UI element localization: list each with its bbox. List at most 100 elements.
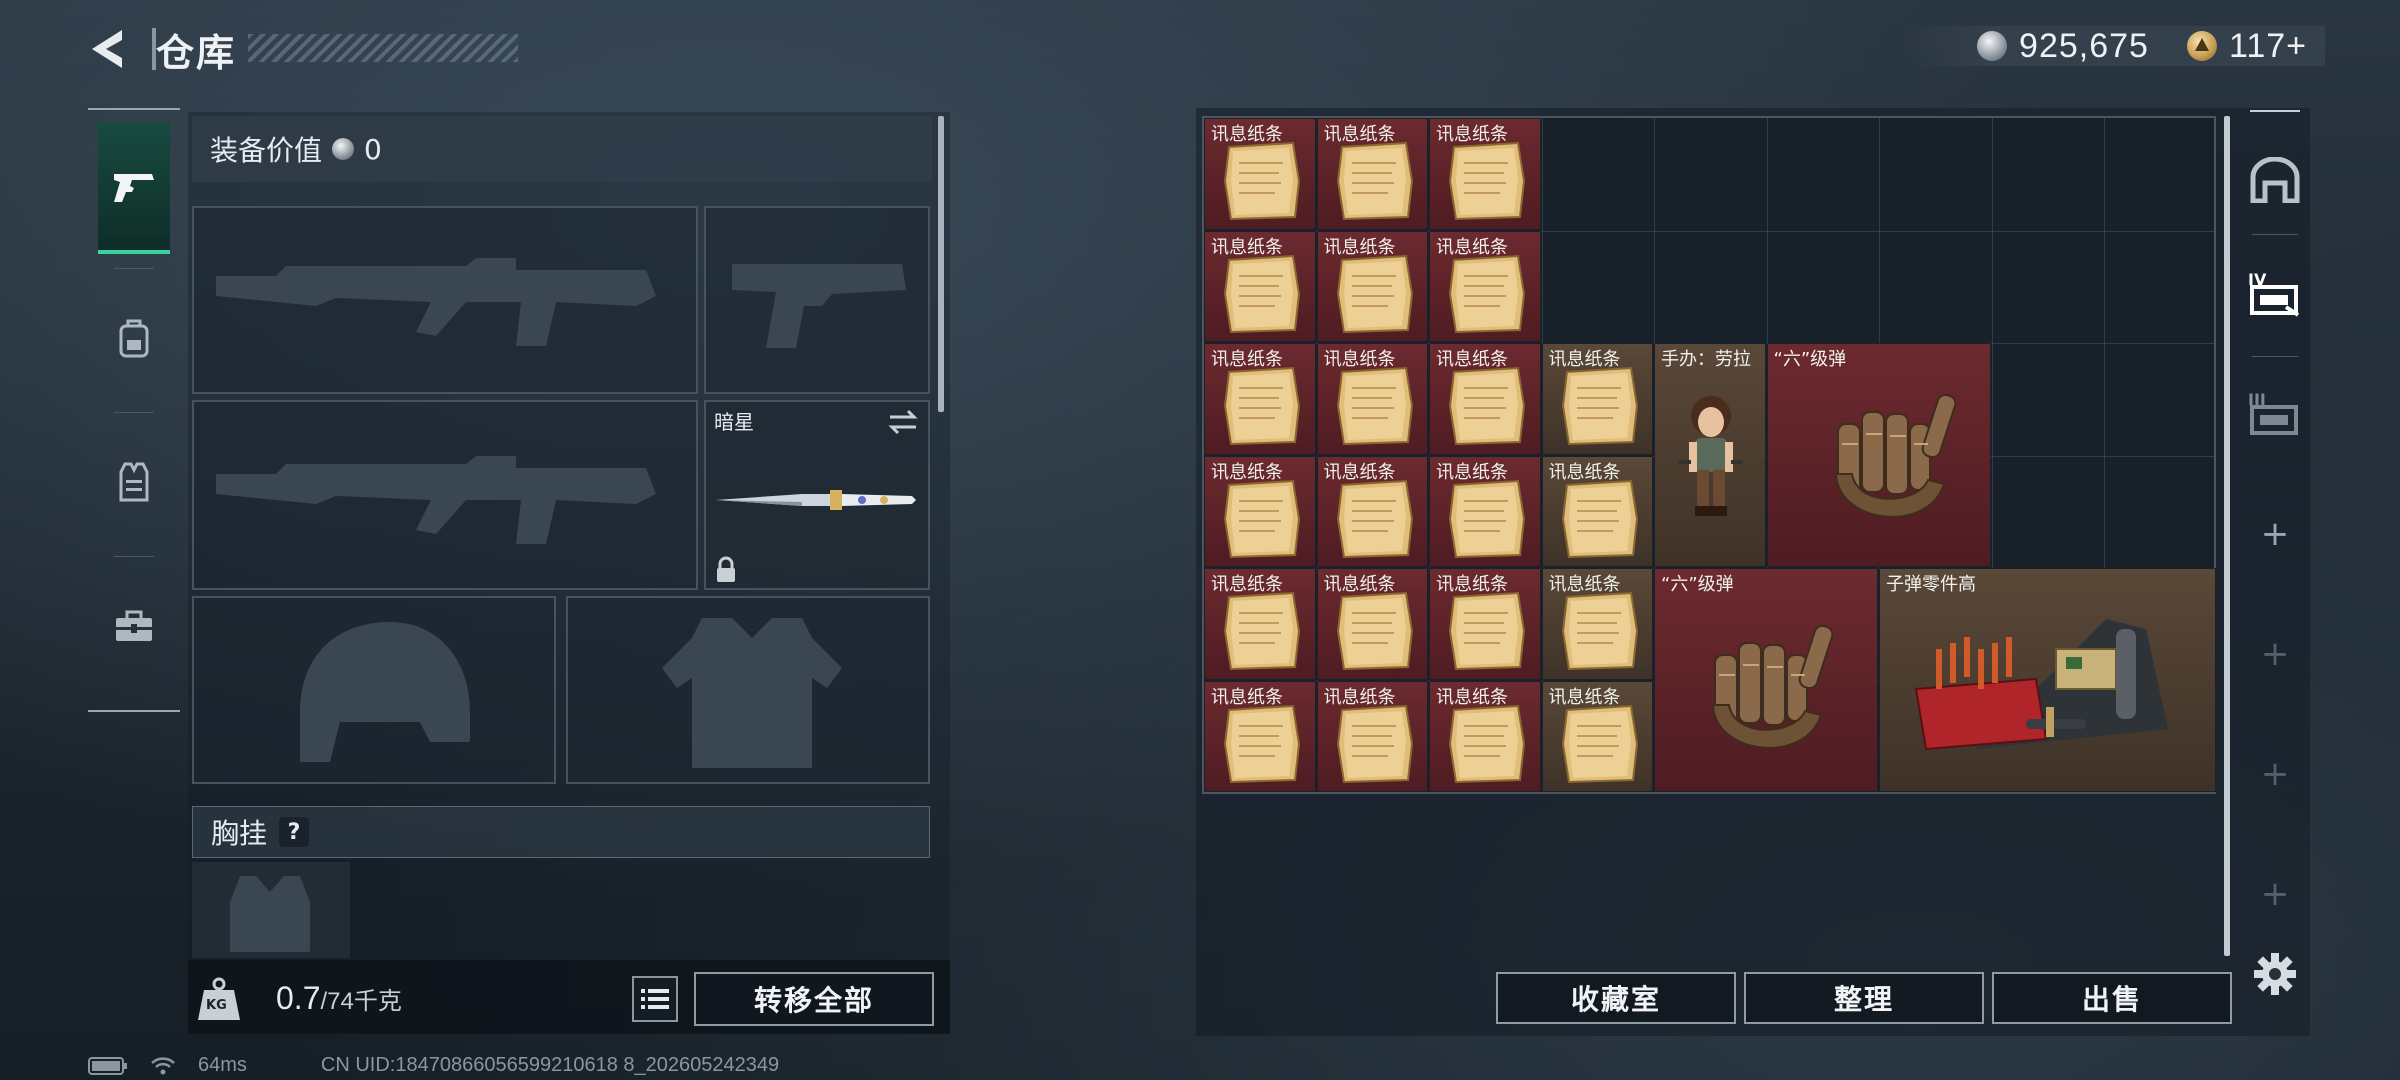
tier-six-ammo-item[interactable]: “六”级弹 [1654,568,1878,792]
message-note-item[interactable]: 讯息纸条 [1541,568,1653,680]
stash-grid: 讯息纸条 讯息纸条 讯息纸条 讯息纸条 讯息纸条 讯息纸条 讯息纸条 讯息纸条 讯息纸条 讯息纸条… [1202,116,2216,794]
help-icon[interactable]: ? [279,817,310,847]
rifle-silhouette-icon [216,456,656,544]
stash-page-3[interactable]: III [2240,362,2310,462]
item-name: 讯息纸条 [1323,124,1396,145]
item-name: 讯息纸条 [1211,124,1283,145]
message-note-item[interactable]: 讯息纸条 [1316,455,1428,567]
message-note-item[interactable]: 讯息纸条 [1429,343,1541,455]
tab-backpack[interactable] [98,272,170,404]
melee-slot[interactable]: 暗星 [704,400,930,590]
pistol-silhouette-icon [732,264,906,348]
primary-weapon-slot[interactable] [192,206,698,394]
equipment-value: 装备价值 0 [192,116,932,182]
vest-icon [119,462,149,502]
latency-text: 64ms [198,1054,247,1076]
message-note-item-icon [1557,479,1643,563]
item-name: 讯息纸条 [1436,349,1508,370]
message-note-item[interactable]: 讯息纸条 [1541,455,1653,567]
item-name: 讯息纸条 [1436,236,1508,258]
message-note-item[interactable]: 讯息纸条 [1541,343,1653,455]
item-name: 讯息纸条 [1548,574,1621,595]
add-stash-page-icon[interactable]: + [2240,754,2310,794]
item-name: 讯息纸条 [1436,124,1508,145]
category-rail [88,108,180,712]
item-name: 讯息纸条 [1211,574,1283,595]
tab-toolbox[interactable] [98,560,170,692]
collection-room-button[interactable]: 收藏室 [1496,972,1736,1024]
stash-page-main[interactable] [2240,130,2310,230]
message-note-item[interactable]: 讯息纸条 [1541,680,1653,792]
stash-scrollbar[interactable] [2224,116,2230,956]
tab-weapons[interactable] [98,122,170,254]
chest-rig-slot[interactable] [192,862,350,958]
stash-tier-3-icon: III [2248,390,2298,435]
item-name: “六”级弹 [1661,574,1734,595]
item-name: 讯息纸条 [1211,349,1283,370]
ammo-parts-item[interactable]: 子弹零件高 [1879,568,2216,792]
message-note-item-icon [1219,704,1305,788]
message-note-item[interactable]: 讯息纸条 [1204,455,1316,567]
secondary-weapon-slot[interactable] [192,400,698,590]
item-name: 讯息纸条 [1548,349,1621,370]
list-view-button[interactable] [632,976,678,1022]
list-icon [641,989,669,1009]
message-note-item-icon [1219,254,1305,338]
message-note-item[interactable]: 讯息纸条 [1204,230,1316,342]
message-note-item[interactable]: 讯息纸条 [1429,118,1541,230]
helmet-slot[interactable] [192,596,556,784]
sidearm-slot[interactable] [704,206,930,394]
message-note-item[interactable]: 讯息纸条 [1316,568,1428,680]
stash-page-4[interactable]: IV [2240,242,2310,342]
item-name: 讯息纸条 [1436,574,1508,595]
message-note-item-icon [1557,704,1643,788]
item-name: 子弹零件高 [1886,574,1976,595]
tier-six-ammo-item[interactable]: “六”级弹 [1766,343,1991,567]
figurine-lara-item-icon [1671,390,1751,524]
message-note-item[interactable]: 讯息纸条 [1204,680,1316,792]
swap-icon[interactable] [886,408,920,436]
add-stash-page-icon[interactable]: + [2240,634,2310,674]
back-button[interactable] [84,24,134,74]
tab-armor[interactable] [98,416,170,548]
gold-currency-value[interactable]: 117+ [2229,27,2307,66]
loadout-scrollbar[interactable] [938,116,944,412]
message-note-item[interactable]: 讯息纸条 [1316,118,1428,230]
pistol-icon [114,174,154,202]
message-note-item-icon [1444,591,1530,675]
message-note-item[interactable]: 讯息纸条 [1429,230,1541,342]
message-note-item[interactable]: 讯息纸条 [1204,568,1316,680]
ammo-parts-item-icon [1906,609,2176,773]
transfer-all-button[interactable]: 转移全部 [694,972,934,1026]
message-note-item-icon [1332,366,1418,450]
gear-icon [2254,953,2296,995]
message-note-item-icon [1444,704,1530,788]
tier-six-ammo-item-icon [1818,384,1968,538]
helmet-silhouette-icon [300,622,470,762]
body-armor-slot[interactable] [566,596,930,784]
add-stash-page-icon[interactable]: + [2240,874,2310,914]
message-note-item-icon [1444,141,1530,225]
organize-button[interactable]: 整理 [1744,972,1984,1024]
message-note-item[interactable]: 讯息纸条 [1316,343,1428,455]
message-note-item[interactable]: 讯息纸条 [1316,680,1428,792]
add-stash-page-icon[interactable]: + [2240,514,2310,554]
figurine-lara-item[interactable]: 手办：劳拉 [1654,343,1766,567]
sell-button[interactable]: 出售 [1992,972,2232,1024]
message-note-item[interactable]: 讯息纸条 [1429,568,1541,680]
message-note-item[interactable]: 讯息纸条 [1429,455,1541,567]
message-note-item[interactable]: 讯息纸条 [1316,230,1428,342]
vault-icon [2250,157,2300,203]
message-note-item[interactable]: 讯息纸条 [1204,118,1316,230]
stash-page-rail: IV III + + + + [2240,110,2310,1016]
message-note-item[interactable]: 讯息纸条 [1204,343,1316,455]
uid-text: CN UID:18470866056599210618 8_2026052423… [320,1054,780,1076]
message-note-item[interactable]: 讯息纸条 [1429,680,1541,792]
item-name: 讯息纸条 [1211,461,1283,483]
weight-kg-label: KG [206,998,227,1013]
silver-coin-icon [332,138,355,160]
page-title: 仓库 [156,31,237,75]
settings-button[interactable] [2240,924,2310,1024]
message-note-item-icon [1332,704,1418,788]
message-note-item-icon [1332,479,1418,563]
